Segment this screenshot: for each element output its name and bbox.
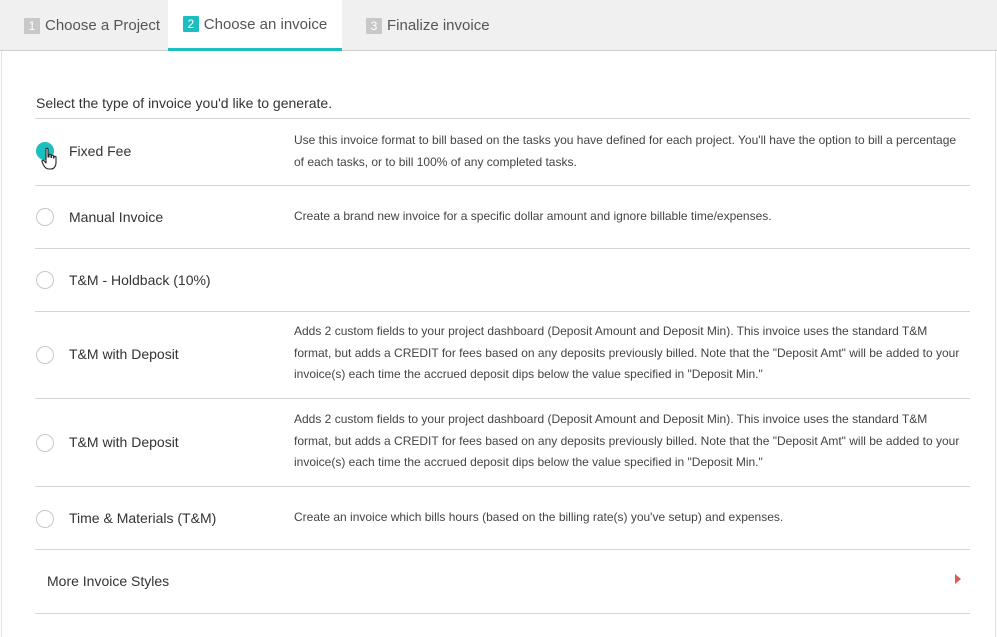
tab-label: Finalize invoice bbox=[387, 17, 490, 34]
invoice-option-time-materials[interactable]: Time & Materials (T&M) Create an invoice… bbox=[35, 487, 970, 549]
tab-label: Choose an invoice bbox=[203, 15, 328, 33]
radio-button[interactable] bbox=[36, 510, 54, 528]
hand-cursor-icon bbox=[41, 147, 57, 170]
option-description: Adds 2 custom fields to your project das… bbox=[294, 324, 960, 381]
option-label: T&M with Deposit bbox=[69, 346, 179, 362]
option-label: Time & Materials (T&M) bbox=[69, 510, 217, 526]
option-description: Create an invoice which bills hours (bas… bbox=[294, 510, 784, 524]
option-label: T&M - Holdback (10%) bbox=[69, 272, 211, 288]
invoice-option-tm-deposit[interactable]: T&M with Deposit Adds 2 custom fields to… bbox=[35, 312, 970, 398]
radio-button[interactable] bbox=[36, 434, 54, 452]
tab-choose-invoice[interactable]: 2 Choose an invoice bbox=[168, 0, 342, 51]
radio-button[interactable] bbox=[36, 208, 54, 226]
divider bbox=[35, 549, 970, 550]
more-invoice-styles-link[interactable]: More Invoice Styles bbox=[47, 573, 169, 589]
invoice-option-fixed-fee[interactable]: Fixed Fee Use this invoice format to bil… bbox=[35, 119, 970, 185]
caret-right-icon[interactable] bbox=[954, 573, 962, 585]
step-number-2: 2 bbox=[182, 16, 199, 32]
invoice-option-tm-deposit[interactable]: T&M with Deposit Adds 2 custom fields to… bbox=[35, 399, 970, 486]
tab-label: Choose a Project bbox=[45, 17, 161, 34]
invoice-option-tm-holdback[interactable]: T&M - Holdback (10%) bbox=[35, 249, 970, 311]
instruction-text: Select the type of invoice you'd like to… bbox=[36, 95, 333, 111]
step-number-1: 1 bbox=[24, 17, 40, 34]
tab-choose-project[interactable]: 1 Choose a Project bbox=[24, 0, 164, 51]
divider bbox=[35, 613, 970, 614]
option-description: Use this invoice format to bill based on… bbox=[294, 133, 957, 169]
wizard-steps: 1 Choose a Project 2 Choose an invoice 3… bbox=[0, 0, 997, 51]
radio-button[interactable] bbox=[36, 271, 54, 289]
step-number-3: 3 bbox=[366, 17, 382, 34]
invoice-option-manual-invoice[interactable]: Manual Invoice Create a brand new invoic… bbox=[35, 186, 970, 248]
option-description: Create a brand new invoice for a specifi… bbox=[294, 209, 772, 223]
tab-finalize-invoice[interactable]: 3 Finalize invoice bbox=[366, 0, 506, 51]
option-label: Manual Invoice bbox=[69, 209, 164, 225]
option-label: Fixed Fee bbox=[69, 143, 132, 159]
radio-button[interactable] bbox=[36, 346, 54, 364]
option-label: T&M with Deposit bbox=[69, 434, 179, 450]
option-description: Adds 2 custom fields to your project das… bbox=[294, 412, 960, 469]
